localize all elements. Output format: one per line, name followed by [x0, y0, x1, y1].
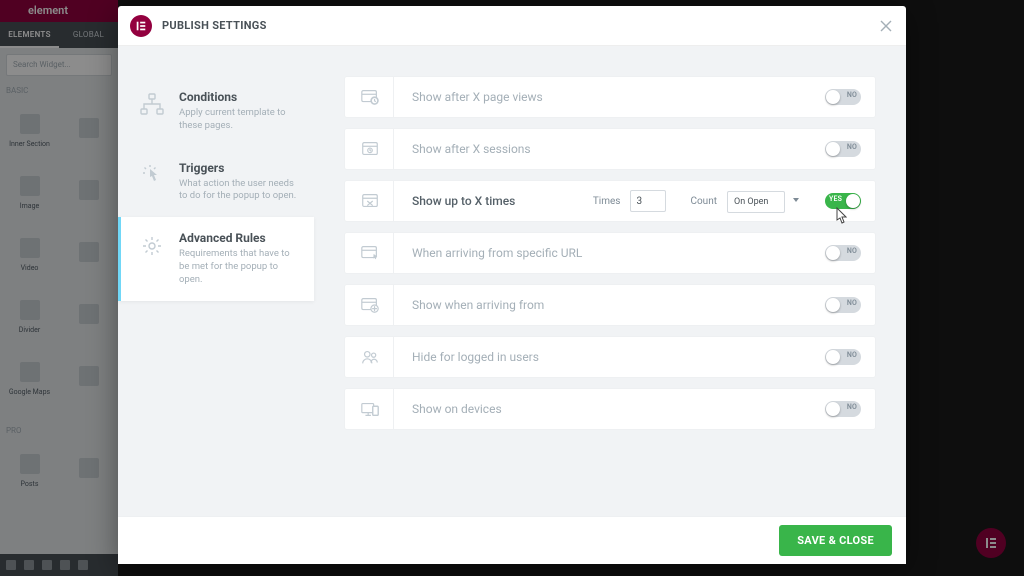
- sessions-icon: [359, 138, 381, 160]
- rule-sessions: Show after X sessions NO: [344, 128, 876, 170]
- side-title-conditions: Conditions: [179, 90, 300, 104]
- side-desc-triggers: What action the user needs to do for the…: [179, 178, 300, 204]
- save-and-close-button[interactable]: SAVE & CLOSE: [779, 525, 892, 556]
- rule-logged-in: Hide for logged in users NO: [344, 336, 876, 378]
- modal-header: PUBLISH SETTINGS: [118, 6, 906, 46]
- side-item-advanced-rules[interactable]: Advanced Rules Requirements that have to…: [118, 217, 314, 300]
- side-title-advanced-rules: Advanced Rules: [179, 231, 300, 245]
- times-input[interactable]: [630, 190, 666, 212]
- times-label: Times: [593, 196, 621, 207]
- toggle-devices[interactable]: NO: [825, 401, 861, 417]
- rule-arriving-from: Show when arriving from NO: [344, 284, 876, 326]
- settings-side-nav: Conditions Apply current template to the…: [118, 46, 314, 516]
- modal-footer: SAVE & CLOSE: [118, 516, 906, 564]
- rule-label: Hide for logged in users: [412, 350, 539, 364]
- publish-settings-modal: PUBLISH SETTINGS Co: [118, 6, 906, 564]
- side-title-triggers: Triggers: [179, 161, 300, 175]
- side-item-conditions[interactable]: Conditions Apply current template to the…: [118, 76, 314, 147]
- toggle-up-to-x-times[interactable]: YES: [825, 193, 861, 209]
- triggers-icon: [137, 161, 167, 191]
- modal-title: PUBLISH SETTINGS: [162, 19, 267, 32]
- devices-icon: [359, 398, 381, 420]
- page-views-icon: [359, 86, 381, 108]
- cursor-icon: [833, 207, 847, 225]
- side-item-triggers[interactable]: Triggers What action the user needs to d…: [118, 147, 314, 218]
- toggle-sessions[interactable]: NO: [825, 141, 861, 157]
- advanced-rules-icon: [137, 231, 167, 261]
- up-to-x-times-icon: [359, 190, 381, 212]
- rules-list: Show after X page views NO Show after X …: [314, 46, 906, 516]
- conditions-icon: [137, 90, 167, 120]
- close-icon: [880, 20, 892, 32]
- toggle-page-views[interactable]: NO: [825, 89, 861, 105]
- rule-label: Show after X sessions: [412, 142, 531, 156]
- close-button[interactable]: [876, 16, 896, 36]
- modal-overlay: PUBLISH SETTINGS Co: [0, 0, 1024, 576]
- rule-up-to-x-times: Show up to X times Times Count On Open Y…: [344, 180, 876, 222]
- rule-label: Show on devices: [412, 402, 502, 416]
- specific-url-icon: [359, 242, 381, 264]
- count-select[interactable]: On Open: [727, 191, 785, 213]
- rule-label: Show up to X times: [412, 194, 515, 208]
- toggle-logged-in[interactable]: NO: [825, 349, 861, 365]
- rule-devices: Show on devices NO: [344, 388, 876, 430]
- side-desc-conditions: Apply current template to these pages.: [179, 107, 300, 133]
- arriving-from-icon: [359, 294, 381, 316]
- count-label: Count: [690, 196, 717, 207]
- rule-specific-url: When arriving from specific URL NO: [344, 232, 876, 274]
- rule-label: Show after X page views: [412, 90, 543, 104]
- toggle-specific-url[interactable]: NO: [825, 245, 861, 261]
- side-desc-advanced-rules: Requirements that have to be met for the…: [179, 248, 300, 286]
- toggle-arriving-from[interactable]: NO: [825, 297, 861, 313]
- rule-label: When arriving from specific URL: [412, 246, 582, 260]
- rule-page-views: Show after X page views NO: [344, 76, 876, 118]
- rule-label: Show when arriving from: [412, 298, 544, 312]
- logged-in-icon: [359, 346, 381, 368]
- elementor-logo-icon: [130, 15, 152, 37]
